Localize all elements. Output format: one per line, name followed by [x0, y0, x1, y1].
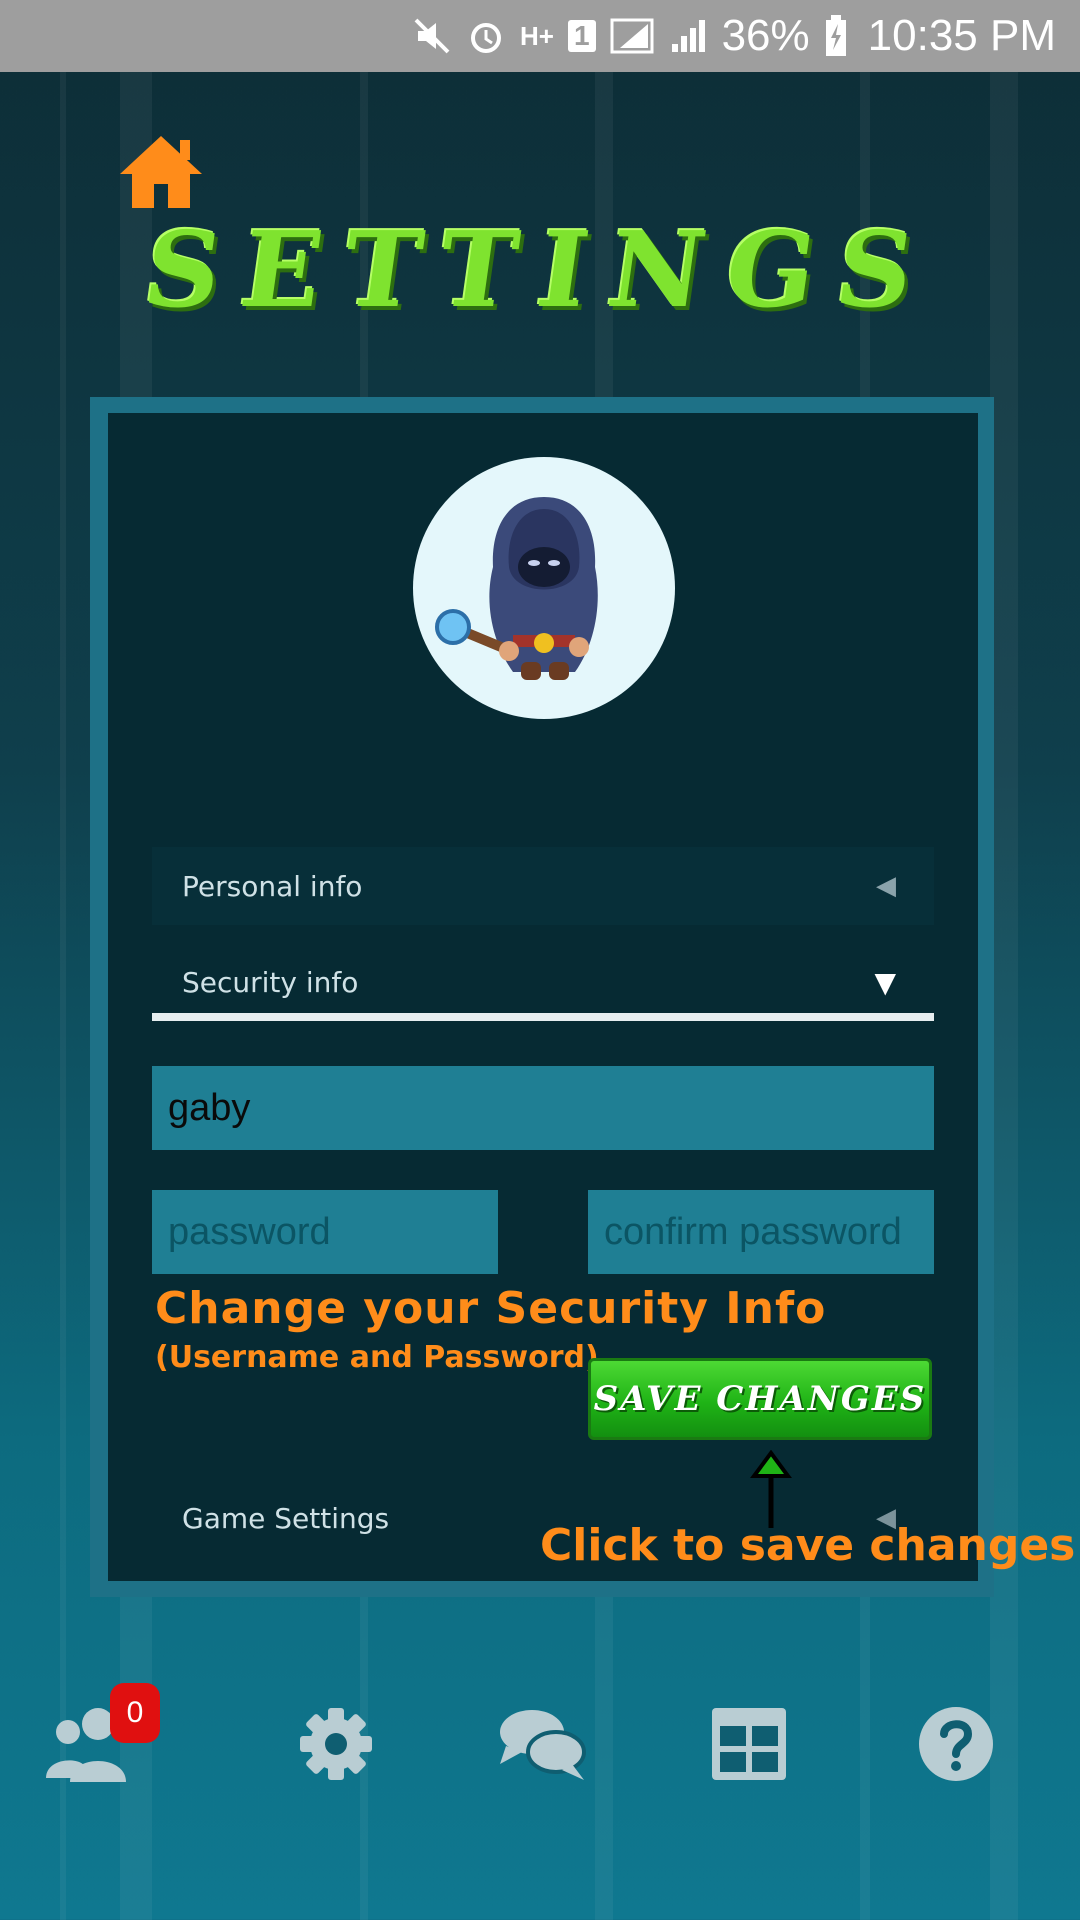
password-input[interactable]	[152, 1190, 498, 1274]
wifi-signal-icon	[610, 16, 654, 56]
clock: 10:35 PM	[867, 11, 1056, 60]
home-button[interactable]	[118, 132, 204, 210]
cell-signal-icon	[668, 16, 708, 56]
nav-help[interactable]	[918, 1702, 994, 1786]
security-hint-title: Change your Security Info	[155, 1283, 827, 1334]
nav-settings[interactable]	[298, 1702, 374, 1786]
chevron-down-icon: ▼	[874, 965, 896, 999]
friends-badge: 0	[110, 1683, 160, 1743]
wizard-avatar-icon	[435, 497, 598, 680]
network-type: H+	[520, 20, 554, 51]
page-title: SETTINGS	[136, 208, 944, 331]
accordion-security-info[interactable]: Security info ▼	[152, 943, 934, 1021]
username-input[interactable]	[152, 1066, 934, 1150]
status-bar: H+ 1 36% 10:35 PM	[0, 0, 1080, 72]
avatar	[413, 457, 675, 719]
nav-chat[interactable]	[498, 1702, 586, 1786]
arrow-up-icon	[750, 1450, 792, 1528]
personal-info-label: Personal info	[182, 869, 363, 903]
gear-icon	[300, 1708, 372, 1780]
table-icon	[712, 1708, 786, 1780]
help-icon	[919, 1707, 993, 1781]
battery-charging-icon	[824, 14, 848, 58]
save-changes-button[interactable]: SAVE CHANGES	[588, 1358, 932, 1440]
chevron-left-icon: ◀	[876, 871, 896, 901]
security-info-label: Security info	[182, 965, 359, 999]
mute-icon	[412, 16, 452, 56]
accordion-personal-info[interactable]: Personal info ◀	[152, 847, 934, 925]
chat-icon	[500, 1710, 586, 1780]
nav-leaderboard[interactable]	[710, 1702, 788, 1786]
alarm-icon	[466, 16, 506, 56]
security-hint-subtitle: (Username and Password)	[155, 1340, 599, 1375]
sim-indicator: 1	[568, 20, 596, 52]
security-info-underline	[152, 1013, 934, 1021]
home-icon	[120, 136, 202, 208]
game-settings-label: Game Settings	[182, 1501, 390, 1535]
save-hint: Click to save changes	[540, 1520, 1076, 1571]
confirm-password-input[interactable]	[588, 1190, 934, 1274]
battery-percent: 36%	[721, 11, 810, 60]
